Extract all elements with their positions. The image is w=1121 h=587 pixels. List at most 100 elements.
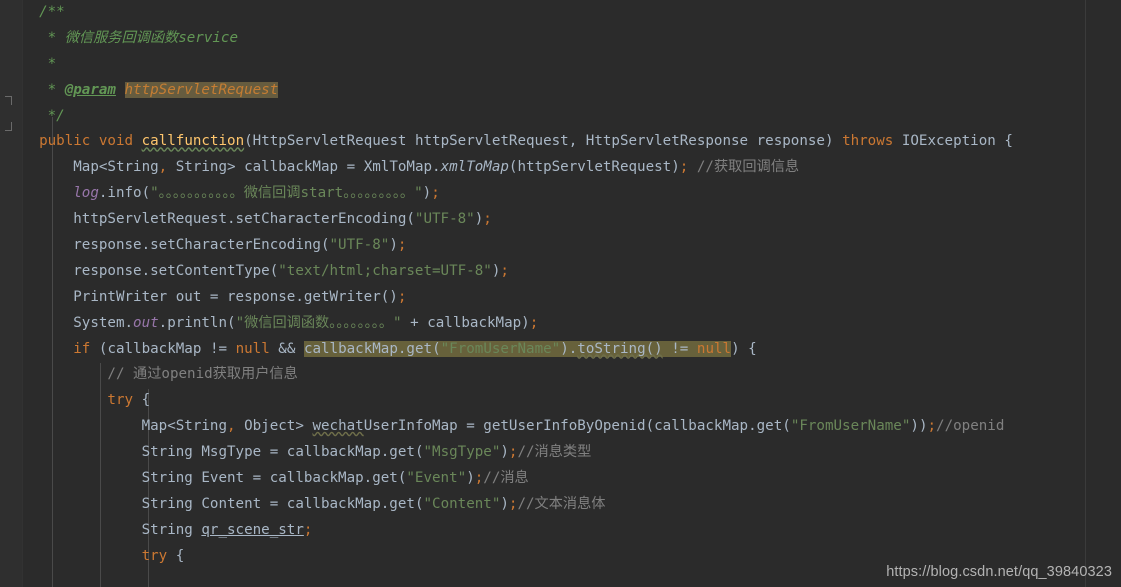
code-token: ))	[910, 418, 928, 435]
code-line: String qr_scene_str;	[22, 518, 1121, 544]
code-token: callbackMap.get	[303, 340, 433, 357]
code-token: )	[560, 340, 569, 357]
code-token: String	[22, 521, 202, 538]
code-token: try	[141, 547, 168, 564]
code-editor[interactable]: /** * 微信服务回调函数service * * @param httpSer…	[0, 0, 1121, 587]
code-line: try {	[22, 544, 1121, 570]
code-token: ,	[568, 133, 586, 150]
code-token: )	[671, 159, 680, 176]
code-token: xmlToMap	[440, 159, 509, 176]
code-token: //消息类型	[517, 444, 592, 461]
code-token: >	[295, 418, 304, 435]
code-token: ,	[227, 418, 236, 435]
code-token: {	[141, 392, 151, 409]
code-token: try	[107, 392, 134, 409]
code-token: (	[782, 418, 791, 435]
code-text-area[interactable]: /** * 微信服务回调函数service * * @param httpSer…	[22, 0, 1121, 587]
code-line: String Event = callbackMap.get("Event");…	[22, 466, 1121, 492]
editor-gutter[interactable]	[0, 0, 23, 587]
code-line: PrintWriter out = response.getWriter();	[22, 285, 1121, 311]
code-token: ,	[158, 159, 168, 176]
code-token: (	[320, 237, 330, 254]
code-token: ;	[529, 314, 539, 331]
code-line: try {	[22, 388, 1121, 414]
code-line: log.info("。。。。。。。。。。。微信回调start。。。。。。。。。"…	[22, 181, 1121, 207]
code-token: )	[422, 185, 432, 202]
code-token: String Content	[22, 495, 270, 512]
code-token: (	[406, 211, 415, 228]
code-token: ;	[927, 418, 937, 435]
code-token: )	[500, 495, 509, 512]
fold-marker-javadoc-end[interactable]	[5, 96, 12, 105]
code-token: //消息	[483, 470, 529, 487]
code-token: )	[824, 133, 843, 150]
code-token: ;	[474, 470, 484, 487]
code-token: HttpServletRequest httpServletRequest	[252, 133, 569, 150]
code-token: httpServletRequest	[517, 159, 672, 176]
code-token: toString()	[577, 340, 663, 357]
code-line	[22, 570, 1121, 587]
code-token: (	[227, 314, 236, 331]
code-token: httpServletRequest	[124, 81, 279, 98]
code-token: =	[346, 159, 356, 176]
code-token: Map	[22, 418, 168, 435]
code-token: * 微信服务回调函数service	[22, 29, 238, 46]
code-line: Map<String, String> callbackMap = XmlToM…	[22, 155, 1121, 181]
code-line: *	[22, 52, 1121, 78]
code-token: String	[175, 418, 228, 435]
code-token: !=	[209, 340, 228, 357]
code-token: "微信回调函数。。。。。。。。"	[235, 314, 402, 331]
code-line: httpServletRequest.setCharacterEncoding(…	[22, 207, 1121, 233]
code-token: UserInfoMap	[363, 418, 467, 435]
code-token: response.getWriter	[218, 288, 381, 305]
code-line: response.setCharacterEncoding("UTF-8");	[22, 233, 1121, 259]
code-token: //文本消息体	[517, 495, 606, 512]
code-token: (	[269, 262, 279, 279]
code-line: * 微信服务回调函数service	[22, 26, 1121, 52]
code-token: !=	[671, 340, 689, 357]
code-token: callbackMap.get	[654, 418, 783, 435]
code-token: *	[22, 81, 65, 98]
code-token: "FromUserName"	[440, 340, 561, 357]
code-token: =	[252, 470, 262, 487]
code-token: &&	[278, 340, 296, 357]
code-token: if	[73, 340, 91, 357]
code-token: =	[269, 444, 279, 461]
code-token: =	[269, 495, 279, 512]
code-line: /**	[22, 0, 1121, 26]
code-line: String MsgType = callbackMap.get("MsgTyp…	[22, 440, 1121, 466]
code-token: qr_scene_str	[201, 521, 304, 538]
code-token: response.setCharacterEncoding	[22, 237, 321, 254]
code-token: )	[500, 444, 509, 461]
code-token: {	[175, 547, 185, 564]
code-token: void	[98, 133, 134, 150]
code-token: "text/html;charset=UTF-8"	[278, 262, 492, 279]
code-line: String Content = callbackMap.get("Conten…	[22, 492, 1121, 518]
code-token: ;	[500, 262, 509, 279]
code-token: )	[389, 237, 398, 254]
code-token: *	[22, 55, 57, 72]
code-token: .	[568, 340, 578, 357]
code-token: httpServletRequest.setCharacterEncoding	[22, 211, 407, 228]
code-token: )	[466, 470, 475, 487]
code-token: =	[466, 418, 475, 435]
fold-marker-method-start[interactable]	[5, 122, 12, 131]
code-token: ;	[397, 288, 407, 305]
code-token: ;	[397, 237, 407, 254]
code-token: wechat	[312, 418, 364, 435]
code-token: Object	[235, 418, 296, 435]
code-line: Map<String, Object> wechatUserInfoMap = …	[22, 414, 1121, 440]
